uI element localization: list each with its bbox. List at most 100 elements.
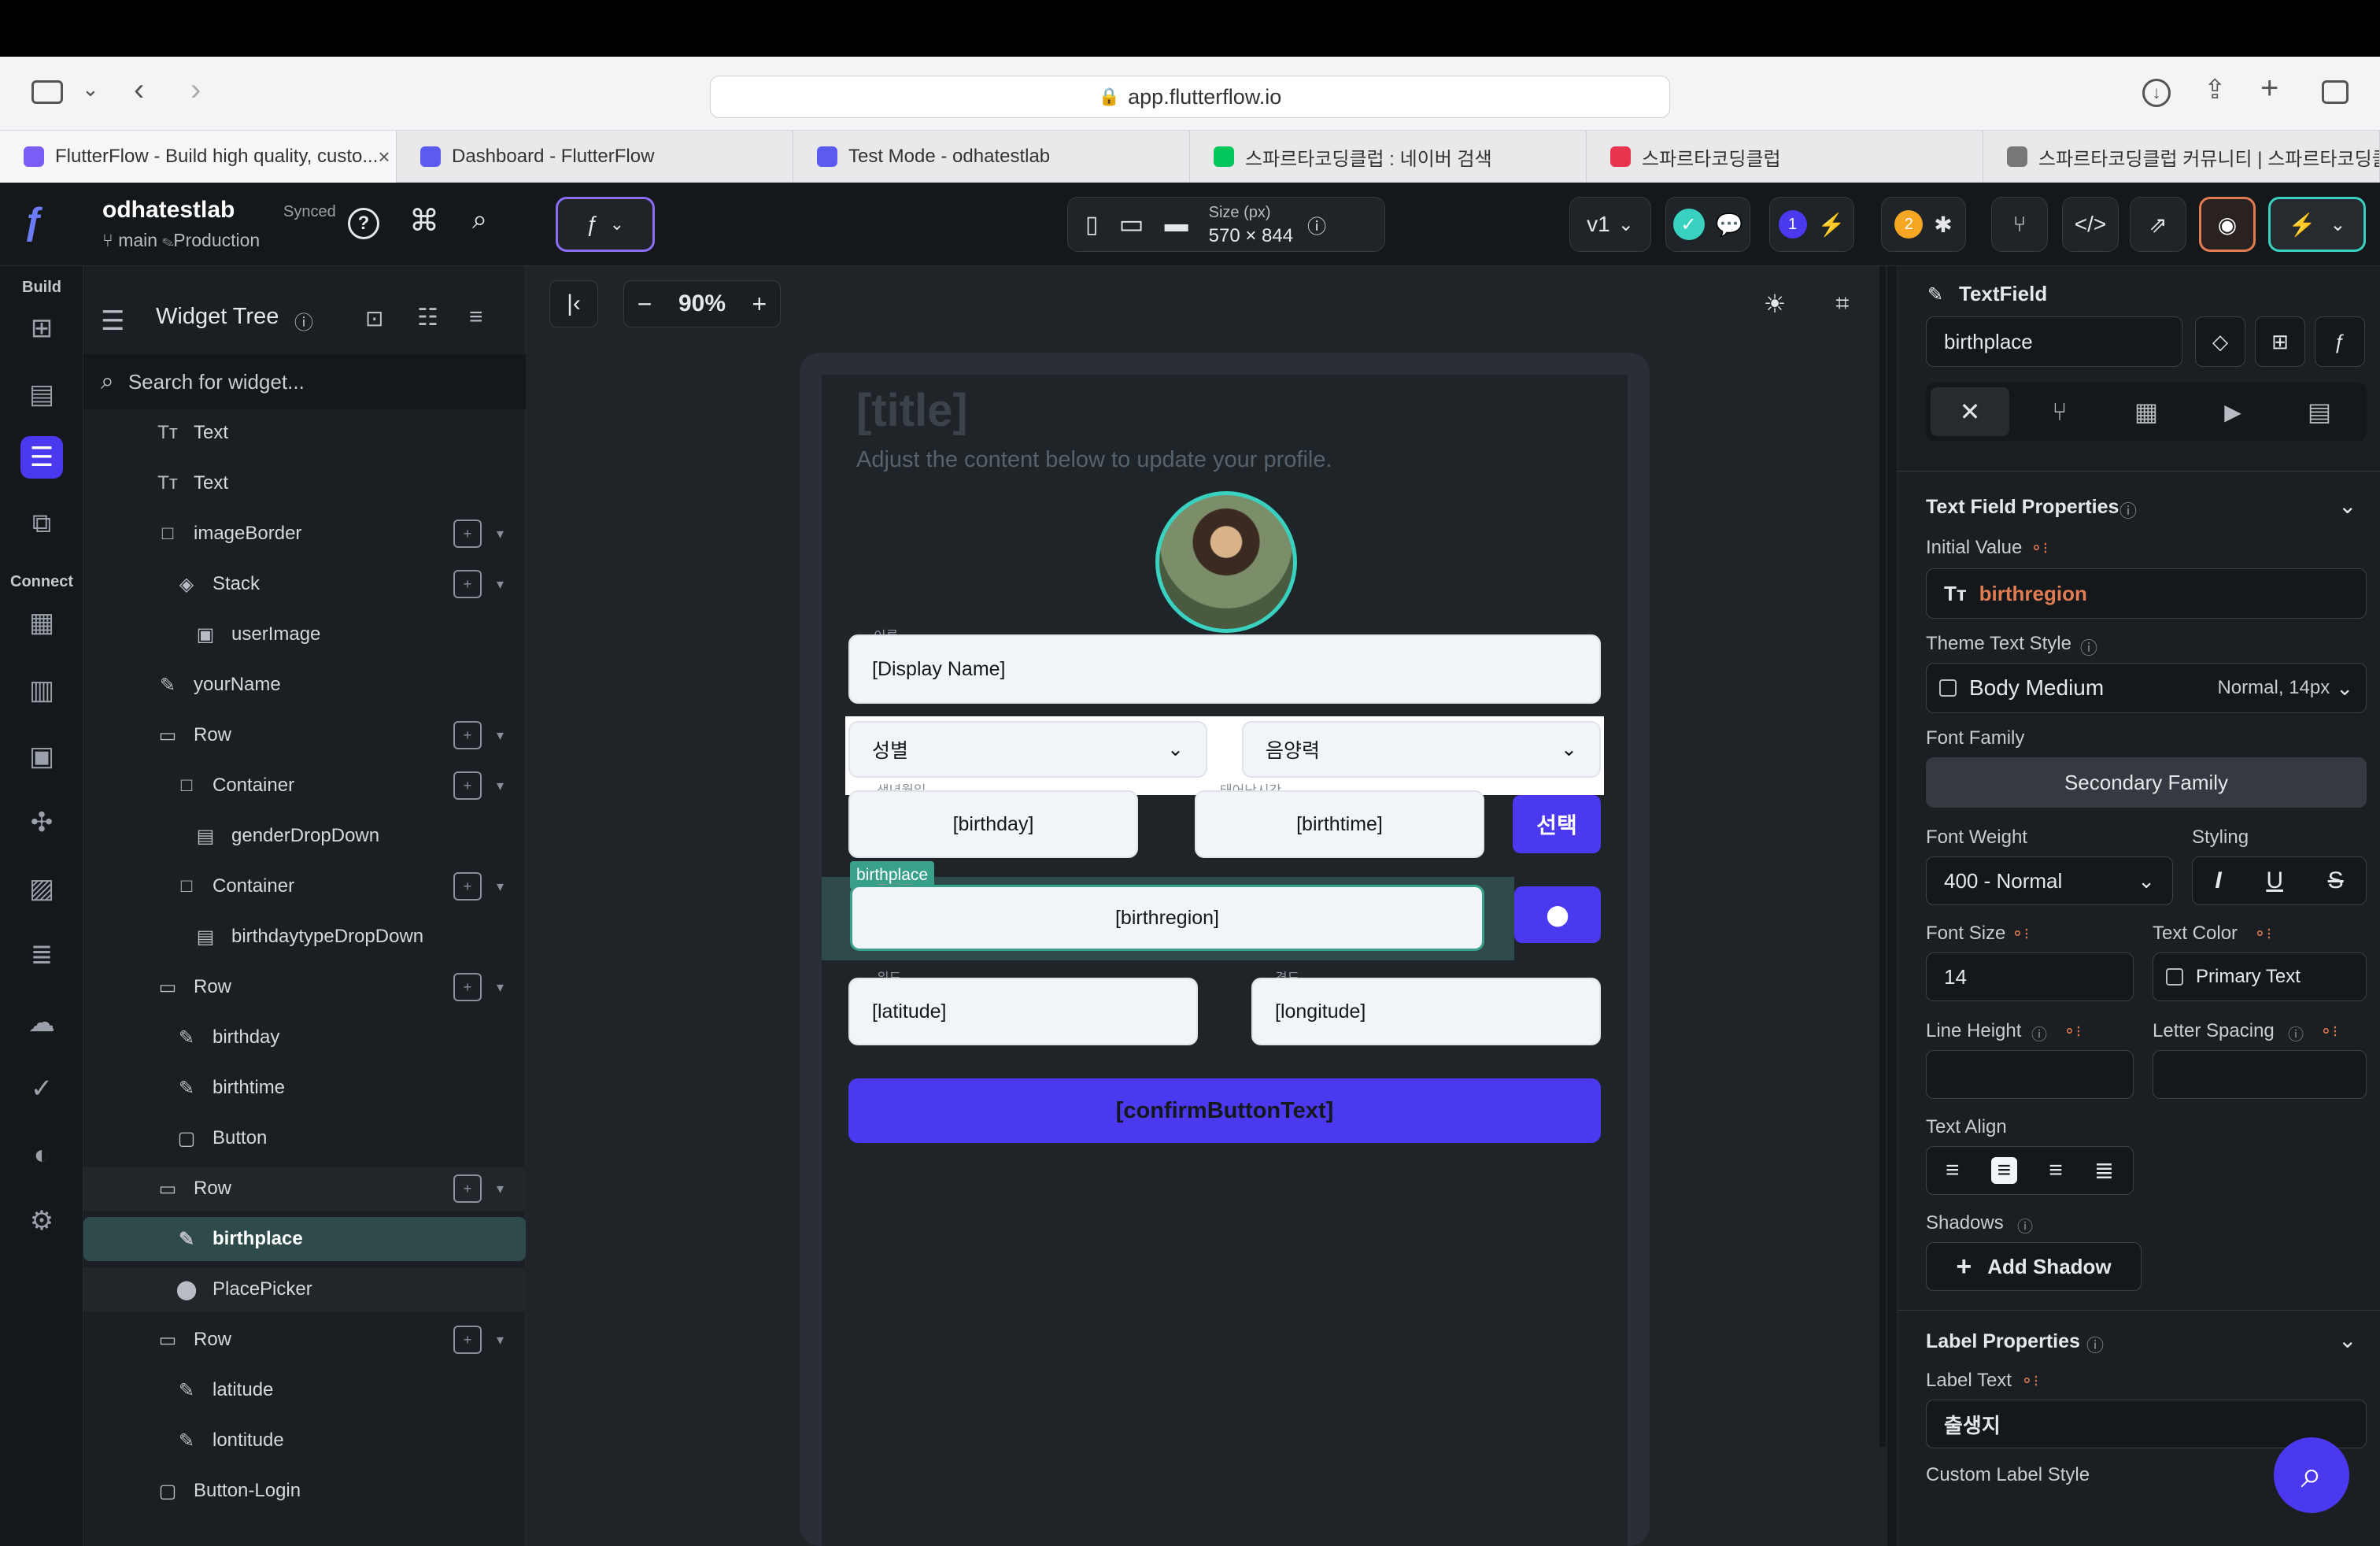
place-picker-button[interactable]: ⬤ xyxy=(1514,886,1601,943)
tree-item[interactable]: ✎ yourName xyxy=(83,663,526,707)
user-image[interactable] xyxy=(1155,491,1297,633)
back-icon[interactable]: ‹ xyxy=(134,72,144,108)
sidebar-toggle-icon[interactable] xyxy=(31,80,63,104)
tree-item[interactable]: ▢ Button xyxy=(83,1116,526,1160)
light-mode-icon[interactable]: ☀ xyxy=(1750,280,1799,327)
info-icon[interactable]: ⓘ xyxy=(2119,497,2137,523)
flutterflow-mode-button[interactable]: ƒ ⌄ xyxy=(556,197,655,252)
code-view-button[interactable]: </> xyxy=(2062,197,2119,252)
gem-icon[interactable]: ◇ xyxy=(2195,316,2245,367)
search-icon[interactable]: ⌕ xyxy=(472,205,487,235)
phone-icon[interactable]: ▯ xyxy=(1085,211,1099,239)
strikethrough-icon[interactable]: S xyxy=(2328,867,2344,894)
tree-item[interactable]: ⬤ PlacePicker xyxy=(83,1267,526,1311)
desktop-icon[interactable]: ▬ xyxy=(1165,211,1188,238)
tree-item[interactable]: ▭ Row + ▾ xyxy=(83,713,526,757)
database-icon[interactable]: ▦ xyxy=(20,601,63,644)
collapse-icon[interactable]: ≡ xyxy=(469,304,483,331)
widget-search[interactable]: ⌕ Search for widget... xyxy=(83,354,526,409)
tree-item[interactable]: Tт Text xyxy=(83,411,526,455)
add-child-icon[interactable]: + xyxy=(453,771,482,800)
add-widget-icon[interactable]: ⊞ xyxy=(20,307,63,350)
info-icon[interactable]: ⓘ xyxy=(294,307,313,335)
caret-down-icon[interactable]: ▾ xyxy=(497,878,504,895)
tree-item[interactable]: ▢ Button-Login xyxy=(83,1469,526,1513)
zoom-in-icon[interactable]: + xyxy=(752,290,767,319)
select-button[interactable]: 선택 xyxy=(1513,795,1601,853)
check-icon[interactable]: ✓ xyxy=(1672,209,1705,240)
tree-item[interactable]: ▭ Row + ▾ xyxy=(83,1318,526,1362)
info-icon[interactable]: ⓘ xyxy=(2288,1022,2304,1045)
latitude-field[interactable]: [latitude] xyxy=(848,978,1198,1045)
browser-tab[interactable]: 스파르타코딩클럽 : 네이버 검색 xyxy=(1190,131,1587,183)
info-icon[interactable]: ⓘ xyxy=(2031,1022,2047,1045)
font-size-input[interactable]: 14 xyxy=(1926,952,2134,1001)
lock-icon[interactable]: ⊡ xyxy=(365,305,383,331)
widget-name-input[interactable]: birthplace xyxy=(1926,316,2182,367)
project-name[interactable]: odhatestlab xyxy=(102,197,235,224)
storyboard-icon[interactable]: ⧉ xyxy=(20,502,63,545)
italic-icon[interactable]: I xyxy=(2215,867,2221,894)
share-icon[interactable]: ⇪ xyxy=(2204,74,2227,105)
longitude-field[interactable]: [longitude] xyxy=(1251,978,1601,1045)
api-icon[interactable]: ▥ xyxy=(20,669,63,712)
add-child-icon[interactable]: + xyxy=(453,973,482,1001)
line-height-input[interactable] xyxy=(1926,1050,2134,1099)
tree-item[interactable]: □ Container + ▾ xyxy=(83,764,526,808)
caret-down-icon[interactable]: ▾ xyxy=(497,727,504,744)
font-family-value[interactable]: Secondary Family xyxy=(1926,757,2367,808)
add-child-icon[interactable]: + xyxy=(453,1174,482,1203)
search-assistant-icon[interactable]: ⌕ xyxy=(2274,1437,2349,1513)
initial-value-input[interactable]: Tт birthregion xyxy=(1926,568,2367,619)
letter-spacing-input[interactable] xyxy=(2153,1050,2367,1099)
caret-down-icon[interactable]: ▾ xyxy=(497,979,504,996)
tree-item[interactable]: □ Container + ▾ xyxy=(83,864,526,908)
confirm-button[interactable]: [confirmButtonText] xyxy=(848,1078,1601,1143)
info-icon[interactable]: ⓘ xyxy=(2017,1214,2033,1237)
checkbox[interactable] xyxy=(1939,679,1957,697)
app-state-icon[interactable]: ▣ xyxy=(20,735,63,778)
media-icon[interactable]: ▨ xyxy=(20,867,63,910)
documentation-tab-icon[interactable]: ▤ xyxy=(2280,387,2359,436)
birthday-field[interactable]: [birthday] xyxy=(848,790,1138,858)
lightning-icon[interactable]: ⚡ xyxy=(1818,212,1846,238)
close-icon[interactable]: × xyxy=(378,145,390,169)
tree-item[interactable]: ▭ Row + ▾ xyxy=(83,1167,526,1211)
bug-icon[interactable]: ✱ xyxy=(1934,212,1952,238)
tree-item[interactable]: ▭ Row + ▾ xyxy=(83,965,526,1009)
browser-tab[interactable]: FlutterFlow - Build high quality, custo.… xyxy=(0,131,397,183)
issues-count-badge[interactable]: 1 xyxy=(1778,210,1807,239)
preview-button[interactable]: ◉ xyxy=(2199,197,2256,252)
info-icon[interactable]: ⓘ xyxy=(2086,1332,2104,1357)
align-left-icon[interactable]: ≡ xyxy=(1946,1157,1960,1184)
font-weight-dropdown[interactable]: 400 - Normal ⌄ xyxy=(1926,856,2173,905)
calendar-type-dropdown[interactable]: 음양력 ⌄ xyxy=(1242,721,1601,778)
caret-down-icon[interactable]: ▾ xyxy=(497,778,504,794)
version-selector[interactable]: v1 ⌄ xyxy=(1569,197,1651,252)
settings-icon[interactable]: ⚙ xyxy=(20,1200,63,1242)
collapse-panel-icon[interactable]: |‹ xyxy=(549,280,598,327)
variable-icon[interactable]: ⚬⁝ xyxy=(2253,924,2271,944)
open-external-button[interactable]: ⇗ xyxy=(2130,197,2186,252)
comments-icon[interactable]: 💬 xyxy=(1716,212,1743,238)
info-icon[interactable]: ⓘ xyxy=(2080,634,2097,660)
add-child-icon[interactable]: + xyxy=(453,721,482,749)
caret-down-icon[interactable]: ▾ xyxy=(497,1332,504,1348)
variable-icon[interactable]: ⚬⁝ xyxy=(2063,1022,2081,1041)
widget-tree-icon[interactable]: ☰ xyxy=(20,436,63,479)
caret-down-icon[interactable]: ▾ xyxy=(497,1181,504,1197)
tree-item[interactable]: ◈ Stack + ▾ xyxy=(83,562,526,606)
run-button[interactable]: ⚡ ⌄ xyxy=(2268,197,2366,252)
warnings-count-badge[interactable]: 2 xyxy=(1894,210,1924,239)
stack-icon[interactable]: ☷ xyxy=(417,304,438,331)
components-icon[interactable]: ✣ xyxy=(20,801,63,844)
add-widget-icon[interactable]: ⊞ xyxy=(2255,316,2305,367)
properties-tab-icon[interactable]: ✕ xyxy=(1931,387,2009,436)
browser-tab[interactable]: 스파르타코딩클럽 커뮤니티 | 스파르타코딩클... xyxy=(1983,131,2380,183)
add-child-icon[interactable]: + xyxy=(453,520,482,548)
tree-item[interactable]: ✎ latitude xyxy=(83,1368,526,1412)
chevron-down-icon[interactable]: ⌄ xyxy=(2338,493,2356,519)
forward-icon[interactable]: › xyxy=(190,72,201,108)
align-center-icon[interactable]: ≡ xyxy=(1990,1157,2018,1184)
theme-style-dropdown[interactable]: Body Medium Normal, 14px ⌄ xyxy=(1926,663,2367,713)
